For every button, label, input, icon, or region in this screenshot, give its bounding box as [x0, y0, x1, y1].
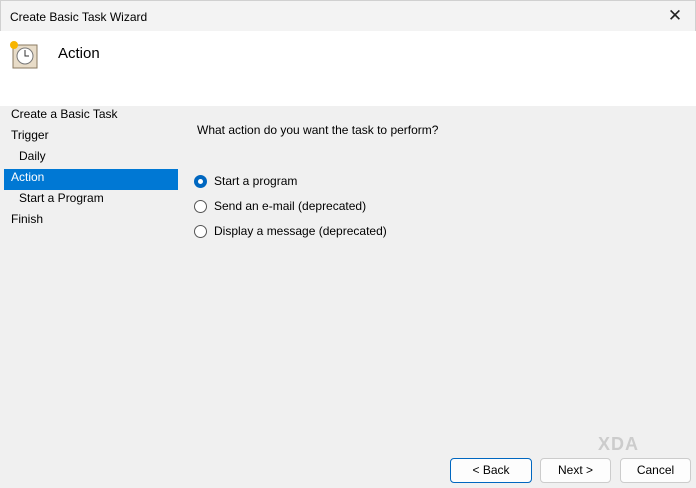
back-button[interactable]: < Back [450, 458, 532, 483]
radio-icon[interactable] [194, 199, 207, 213]
wizard-header: Action [0, 31, 696, 106]
close-button[interactable]: ✕ [663, 5, 687, 27]
radio-label: Send an e-mail (deprecated) [214, 199, 367, 213]
step-create-basic-task: Create a Basic Task [11, 107, 118, 121]
radio-icon[interactable] [194, 224, 207, 238]
title-bar: Create Basic Task Wizard ✕ [0, 0, 696, 31]
radio-send-email[interactable]: Send an e-mail (deprecated) [194, 199, 366, 213]
task-scheduler-icon [10, 41, 38, 69]
radio-display-message[interactable]: Display a message (deprecated) [194, 224, 387, 238]
step-trigger: Trigger [11, 128, 49, 142]
step-finish: Finish [11, 212, 44, 226]
radio-start-program[interactable]: Start a program [194, 174, 297, 188]
step-daily: Daily [19, 149, 46, 163]
step-action: Action [4, 169, 178, 190]
wizard-steps: Create a Basic Task Trigger Daily Action… [0, 106, 180, 232]
step-start-program: Start a Program [19, 191, 104, 205]
window-title: Create Basic Task Wizard [10, 10, 148, 24]
page-title: Action [58, 45, 100, 62]
radio-label: Display a message (deprecated) [214, 224, 387, 238]
next-button[interactable]: Next > [540, 458, 611, 483]
xda-watermark: XDA [598, 434, 640, 454]
radio-label: Start a program [214, 174, 298, 188]
radio-selected-icon[interactable] [194, 174, 207, 188]
action-question: What action do you want the task to perf… [197, 123, 439, 137]
cancel-button[interactable]: Cancel [620, 458, 691, 483]
